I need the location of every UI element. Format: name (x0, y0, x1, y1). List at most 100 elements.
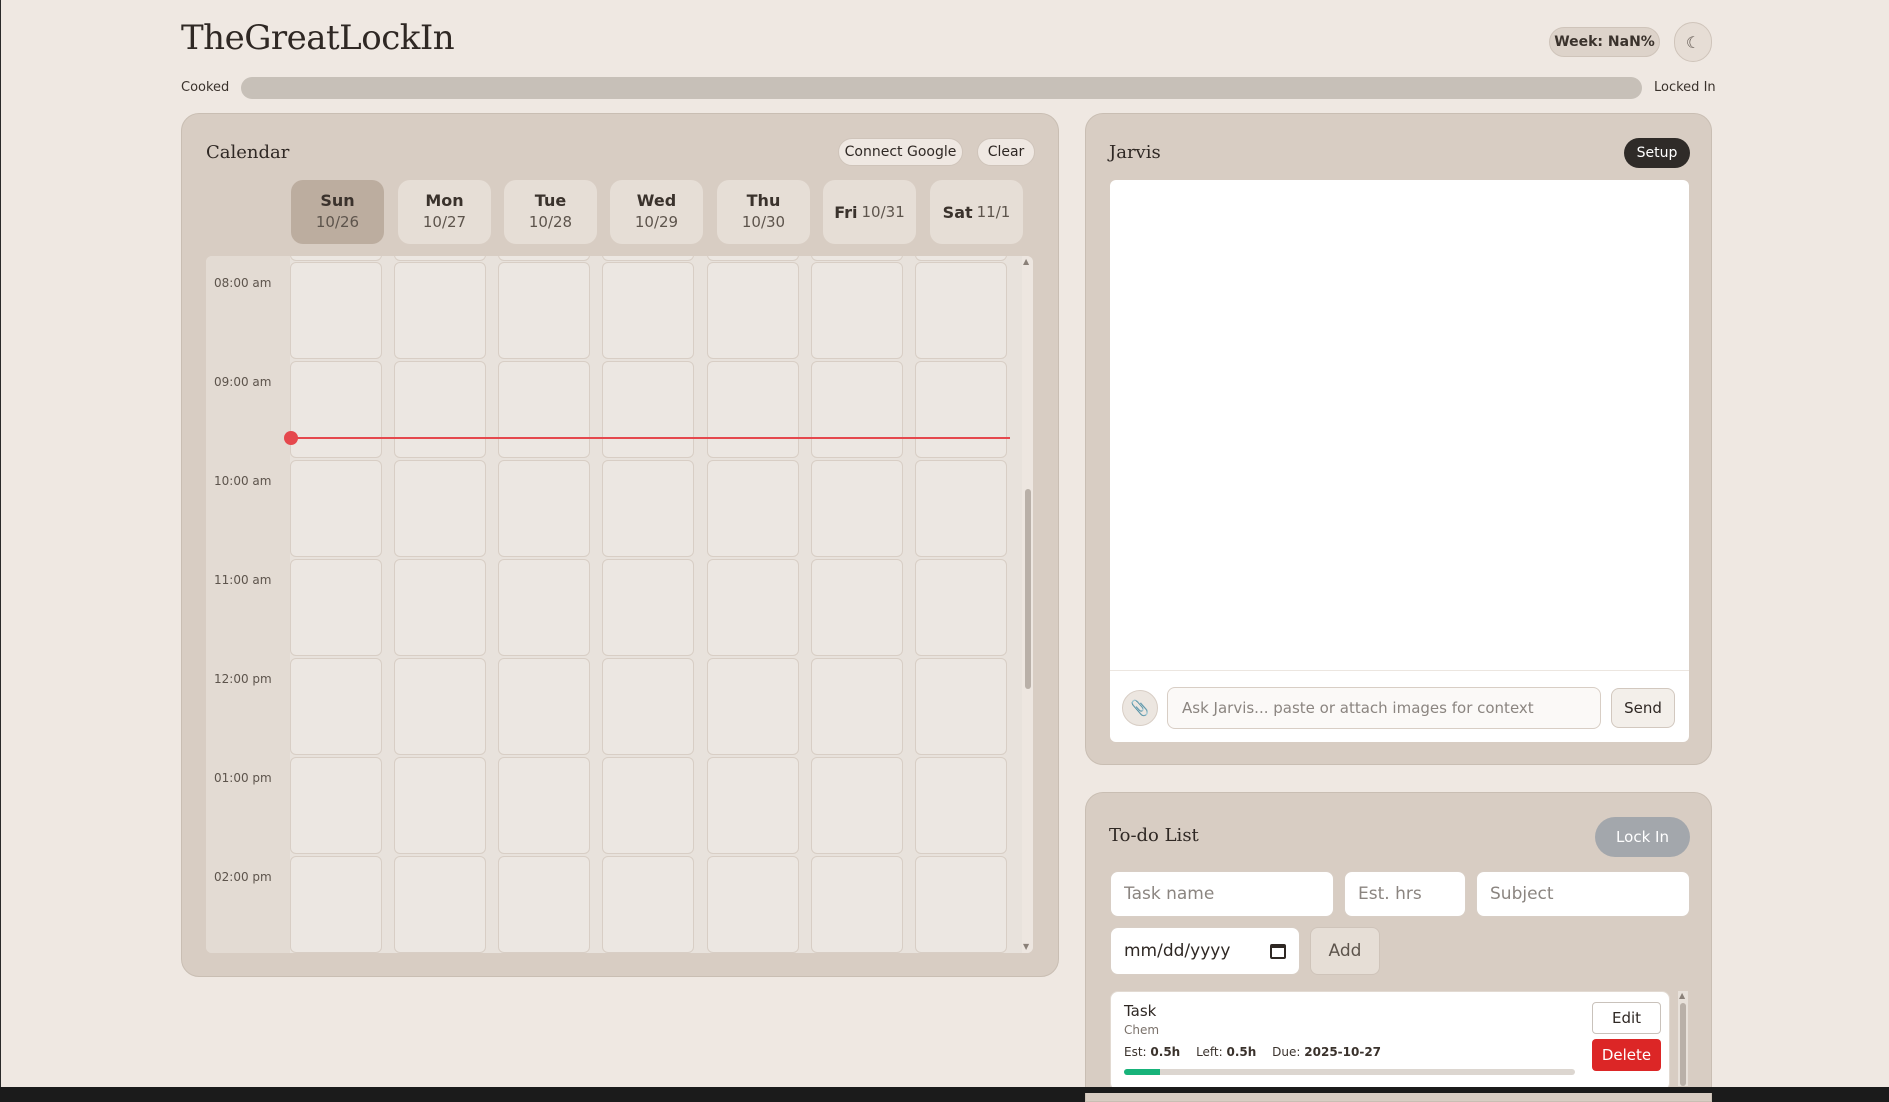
calendar-slot[interactable] (602, 856, 694, 953)
day-header-fri[interactable]: Fri 10/31 (823, 180, 916, 244)
time-label: 08:00 am (214, 276, 272, 290)
calendar-slot[interactable] (811, 256, 903, 261)
meter-left-label: Cooked (181, 80, 230, 95)
add-task-button[interactable]: Add (1310, 927, 1380, 975)
day-header-sat[interactable]: Sat 11/1 (930, 180, 1023, 244)
calendar-slot[interactable] (394, 361, 486, 458)
calendar-slot[interactable] (915, 856, 1007, 953)
calendar-slot[interactable] (602, 361, 694, 458)
day-header-wed[interactable]: Wed 10/29 (610, 180, 703, 244)
calendar-icon[interactable] (1270, 943, 1286, 959)
task-name-input[interactable] (1110, 871, 1334, 917)
calendar-slot[interactable] (602, 559, 694, 656)
time-label: 01:00 pm (214, 771, 272, 785)
calendar-slot[interactable] (394, 559, 486, 656)
scroll-up-arrow-icon[interactable]: ▲ (1679, 991, 1685, 1000)
calendar-slot[interactable] (394, 256, 486, 261)
calendar-scroll-thumb[interactable] (1025, 489, 1031, 689)
calendar-slot[interactable] (707, 256, 799, 261)
calendar-slot[interactable] (290, 262, 382, 359)
calendar-slot[interactable] (811, 460, 903, 557)
calendar-slot[interactable] (602, 256, 694, 261)
todo-title: To-do List (1109, 825, 1199, 846)
todo-scrollbar[interactable]: ▲ (1678, 991, 1688, 1086)
task-est: 0.5h (1150, 1045, 1181, 1059)
calendar-slot[interactable] (707, 361, 799, 458)
clear-button[interactable]: Clear (977, 138, 1035, 166)
jarvis-title: Jarvis (1109, 142, 1161, 163)
calendar-slot[interactable] (394, 460, 486, 557)
calendar-grid: 08:00 am 09:00 am 10:00 am 11:00 am 12:0… (206, 256, 1033, 953)
setup-button[interactable]: Setup (1624, 138, 1690, 168)
calendar-slot[interactable] (498, 856, 590, 953)
calendar-slot[interactable] (290, 856, 382, 953)
calendar-slot[interactable] (915, 460, 1007, 557)
calendar-slot[interactable] (915, 658, 1007, 755)
calendar-slot[interactable] (915, 262, 1007, 359)
calendar-slot[interactable] (811, 856, 903, 953)
current-time-dot (284, 431, 298, 445)
week-progress-badge: Week: NaN% (1549, 27, 1660, 57)
calendar-slot[interactable] (602, 460, 694, 557)
paperclip-icon: 📎 (1130, 699, 1150, 717)
calendar-slot[interactable] (811, 757, 903, 854)
calendar-slot[interactable] (290, 658, 382, 755)
calendar-slot[interactable] (290, 559, 382, 656)
calendar-slot[interactable] (811, 658, 903, 755)
calendar-slot[interactable] (394, 262, 486, 359)
calendar-slot[interactable] (394, 757, 486, 854)
todo-scroll-thumb[interactable] (1680, 1003, 1686, 1086)
day-header-tue[interactable]: Tue 10/28 (504, 180, 597, 244)
calendar-slot[interactable] (394, 658, 486, 755)
calendar-slot[interactable] (290, 361, 382, 458)
calendar-slot[interactable] (498, 460, 590, 557)
calendar-slot[interactable] (602, 757, 694, 854)
calendar-slot[interactable] (915, 559, 1007, 656)
subject-input[interactable] (1476, 871, 1690, 917)
delete-task-button[interactable]: Delete (1592, 1039, 1661, 1071)
calendar-slot[interactable] (811, 559, 903, 656)
calendar-slot[interactable] (498, 256, 590, 261)
due-date-input[interactable]: mm/dd/yyyy (1110, 927, 1300, 975)
calendar-slot[interactable] (498, 559, 590, 656)
calendar-slot[interactable] (707, 757, 799, 854)
calendar-slot[interactable] (915, 361, 1007, 458)
calendar-slot[interactable] (707, 262, 799, 359)
connect-google-button[interactable]: Connect Google (838, 138, 963, 166)
calendar-slot[interactable] (707, 856, 799, 953)
calendar-slot[interactable] (290, 757, 382, 854)
scroll-down-arrow-icon[interactable]: ▼ (1023, 942, 1029, 952)
time-label: 02:00 pm (214, 870, 272, 884)
calendar-slot[interactable] (498, 757, 590, 854)
send-button[interactable]: Send (1611, 688, 1675, 728)
calendar-slot[interactable] (602, 262, 694, 359)
calendar-slot[interactable] (498, 658, 590, 755)
calendar-slot[interactable] (394, 856, 486, 953)
task-subject: Chem (1124, 1023, 1160, 1037)
est-hours-input[interactable] (1344, 871, 1466, 917)
edit-task-button[interactable]: Edit (1592, 1002, 1661, 1034)
attach-button[interactable]: 📎 (1122, 690, 1158, 726)
day-header-thu[interactable]: Thu 10/30 (717, 180, 810, 244)
calendar-slot[interactable] (811, 262, 903, 359)
day-header-sun[interactable]: Sun 10/26 (291, 180, 384, 244)
calendar-slot[interactable] (707, 460, 799, 557)
calendar-slot[interactable] (290, 256, 382, 261)
calendar-slot[interactable] (290, 460, 382, 557)
calendar-slot[interactable] (498, 361, 590, 458)
calendar-slot[interactable] (811, 361, 903, 458)
calendar-scrollbar[interactable]: ▲ ▼ (1022, 256, 1033, 953)
calendar-slot[interactable] (707, 658, 799, 755)
theme-toggle-button[interactable]: ☾ (1674, 22, 1712, 62)
day-header-mon[interactable]: Mon 10/27 (398, 180, 491, 244)
task-meta: Est: 0.5h Left: 0.5h Due: 2025-10-27 (1124, 1045, 1382, 1059)
calendar-slot[interactable] (602, 658, 694, 755)
calendar-slot[interactable] (915, 256, 1007, 261)
calendar-slot[interactable] (498, 262, 590, 359)
scroll-up-arrow-icon[interactable]: ▲ (1023, 257, 1029, 267)
calendar-slot[interactable] (707, 559, 799, 656)
lock-in-button[interactable]: Lock In (1595, 817, 1690, 857)
calendar-slot[interactable] (915, 757, 1007, 854)
chat-input[interactable] (1167, 687, 1601, 729)
time-label: 11:00 am (214, 573, 272, 587)
